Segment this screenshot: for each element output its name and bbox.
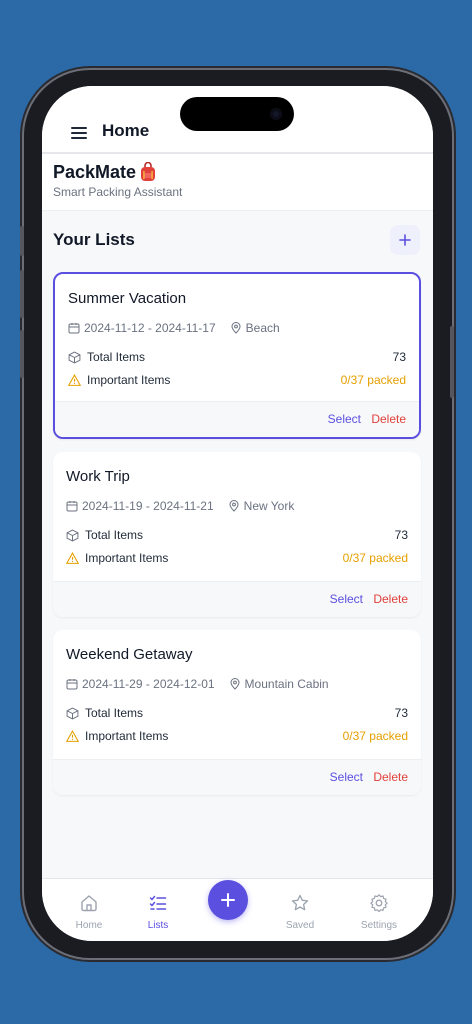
important-items-label: Important Items bbox=[85, 551, 169, 565]
total-items-label: Total Items bbox=[85, 706, 144, 720]
checklist-icon bbox=[149, 895, 167, 910]
phone-side-button bbox=[20, 226, 24, 256]
add-list-button[interactable] bbox=[390, 225, 420, 255]
page-title: Home bbox=[102, 121, 150, 140]
calendar-icon bbox=[68, 323, 80, 334]
total-items-row: Total Items 73 bbox=[68, 350, 406, 364]
dynamic-island bbox=[180, 97, 294, 131]
phone-power-button bbox=[450, 326, 454, 398]
box-icon bbox=[66, 707, 79, 719]
total-items-value: 73 bbox=[392, 350, 406, 364]
nav-settings-label: Settings bbox=[360, 920, 398, 931]
select-button[interactable]: Select bbox=[330, 592, 363, 606]
delete-button[interactable]: Delete bbox=[373, 592, 408, 606]
delete-button[interactable]: Delete bbox=[373, 770, 408, 784]
total-items-row: Total Items 73 bbox=[66, 706, 408, 720]
important-items-row: Important Items 0/37 packed bbox=[68, 373, 406, 387]
warning-icon bbox=[68, 373, 81, 386]
important-items-value: 0/37 packed bbox=[342, 551, 408, 565]
total-items-value: 73 bbox=[394, 706, 408, 720]
list-meta: 2024-11-19 - 2024-11-21 New York bbox=[66, 499, 294, 513]
important-items-value: 0/37 packed bbox=[340, 373, 406, 387]
list-meta: 2024-11-12 - 2024-11-17 Beach bbox=[68, 321, 280, 335]
select-button[interactable]: Select bbox=[330, 770, 363, 784]
app-screen: Home PackMate Smart Packing Assistant Yo… bbox=[42, 86, 433, 941]
warning-icon bbox=[66, 729, 79, 742]
star-icon bbox=[291, 894, 309, 911]
list-title: Summer Vacation bbox=[68, 290, 187, 307]
important-items-row: Important Items 0/37 packed bbox=[66, 729, 408, 743]
nav-lists-label: Lists bbox=[147, 920, 169, 931]
brand-header: PackMate Smart Packing Assistant bbox=[42, 154, 433, 211]
list-meta: 2024-11-29 - 2024-12-01 Mountain Cabin bbox=[66, 677, 329, 691]
nav-saved-label: Saved bbox=[285, 920, 315, 931]
camera-icon bbox=[270, 108, 282, 120]
nav-home[interactable]: Home bbox=[59, 893, 119, 931]
list-card[interactable]: Weekend Getaway 2024-11-29 - 2024-12-01 … bbox=[53, 630, 421, 795]
list-location: Beach bbox=[245, 321, 280, 335]
list-card[interactable]: Work Trip 2024-11-19 - 2024-11-21 New Yo… bbox=[53, 452, 421, 617]
important-items-label: Important Items bbox=[87, 373, 171, 387]
list-location: Mountain Cabin bbox=[244, 677, 329, 691]
nav-settings[interactable]: Settings bbox=[349, 893, 409, 931]
home-icon bbox=[81, 895, 97, 912]
plus-icon bbox=[221, 893, 235, 907]
section-title: Your Lists bbox=[53, 230, 135, 249]
important-items-label: Important Items bbox=[85, 729, 169, 743]
important-items-row: Important Items 0/37 packed bbox=[66, 551, 408, 565]
calendar-icon bbox=[66, 679, 78, 690]
select-button[interactable]: Select bbox=[328, 412, 361, 426]
nav-saved[interactable]: Saved bbox=[270, 893, 330, 931]
delete-button[interactable]: Delete bbox=[371, 412, 406, 426]
card-actions: Select Delete bbox=[53, 581, 421, 617]
phone-volume-down bbox=[20, 330, 24, 378]
nav-home-label: Home bbox=[75, 920, 103, 931]
total-items-value: 73 bbox=[394, 528, 408, 542]
total-items-label: Total Items bbox=[87, 350, 146, 364]
plus-icon bbox=[399, 234, 411, 246]
list-card[interactable]: Summer Vacation 2024-11-12 - 2024-11-17 … bbox=[53, 272, 421, 439]
warning-icon bbox=[66, 551, 79, 564]
brand-name: PackMate bbox=[53, 162, 137, 182]
list-location: New York bbox=[243, 499, 295, 513]
location-pin-icon bbox=[229, 500, 239, 512]
box-icon bbox=[68, 351, 81, 363]
location-pin-icon bbox=[231, 322, 241, 334]
nav-lists[interactable]: Lists bbox=[128, 893, 188, 931]
location-pin-icon bbox=[230, 678, 240, 690]
phone-volume-up bbox=[20, 270, 24, 318]
add-fab-button[interactable] bbox=[208, 880, 248, 920]
card-actions: Select Delete bbox=[55, 401, 419, 437]
card-actions: Select Delete bbox=[53, 759, 421, 795]
total-items-label: Total Items bbox=[85, 528, 144, 542]
menu-icon[interactable] bbox=[71, 127, 87, 139]
list-dates: 2024-11-12 - 2024-11-17 bbox=[84, 321, 216, 335]
important-items-value: 0/37 packed bbox=[342, 729, 408, 743]
list-title: Weekend Getaway bbox=[66, 646, 193, 663]
calendar-icon bbox=[66, 501, 78, 512]
box-icon bbox=[66, 529, 79, 541]
total-items-row: Total Items 73 bbox=[66, 528, 408, 542]
brand-subtitle: Smart Packing Assistant bbox=[53, 185, 183, 199]
list-dates: 2024-11-19 - 2024-11-21 bbox=[82, 499, 214, 513]
backpack-icon bbox=[141, 162, 155, 181]
list-dates: 2024-11-29 - 2024-12-01 bbox=[82, 677, 215, 691]
gear-icon bbox=[370, 894, 388, 913]
list-title: Work Trip bbox=[66, 468, 130, 485]
